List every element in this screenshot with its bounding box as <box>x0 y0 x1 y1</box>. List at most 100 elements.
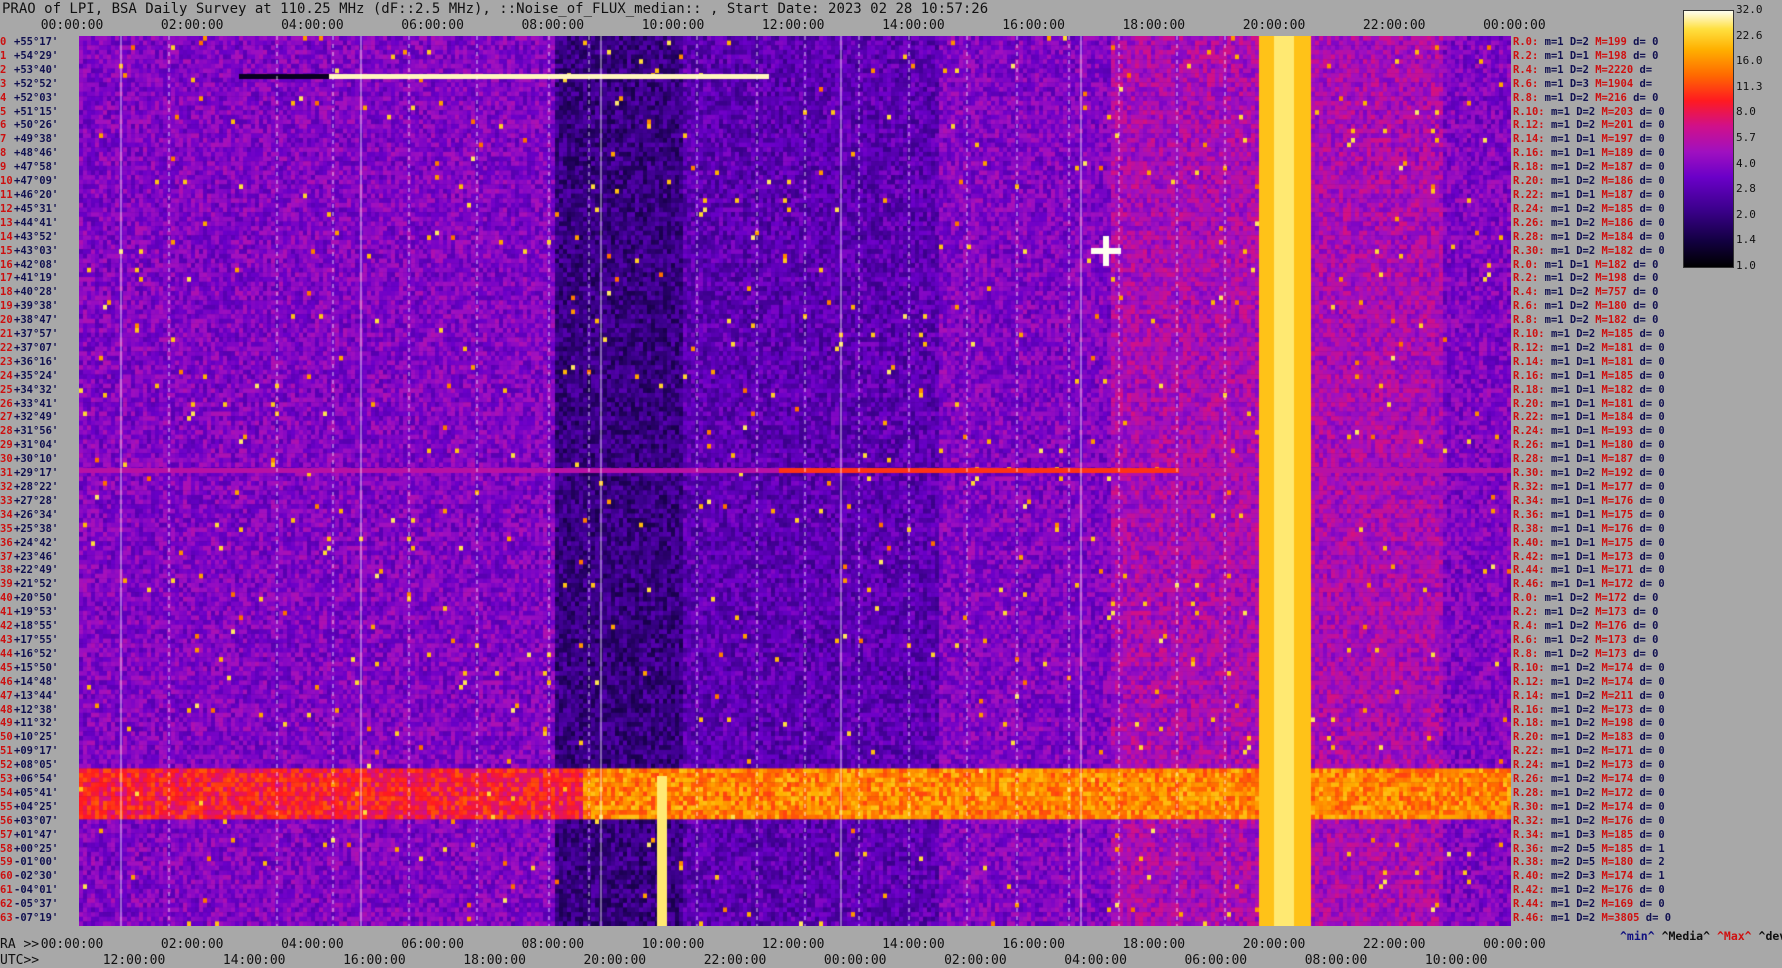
beam-stat-field: d= 0 <box>1639 522 1665 535</box>
beam-stat-field: R.4: <box>1513 286 1539 299</box>
beam-stat-field: M=181 <box>1601 355 1634 368</box>
beam-stat-field: m=1 <box>1550 786 1570 799</box>
beam-stat-field: d= 0 <box>1633 592 1659 605</box>
dec-value: -04°01' <box>14 884 59 897</box>
beam-stat-field: m=1 <box>1550 828 1570 841</box>
beam-stat-row: R.18: m=1 D=2 M=198 d= 0 <box>1513 716 1665 730</box>
dec-index: 24 <box>0 369 13 382</box>
beam-stat-row: R.6: m=1 D=3 M=1904 d= <box>1513 77 1652 91</box>
beam-stat-field: m=1 <box>1550 202 1570 215</box>
beam-stat-row: R.46: m=1 D=2 M=3805 d= 0 <box>1513 911 1671 925</box>
beam-stat-row: R.30: m=1 D=2 M=192 d= 0 <box>1513 466 1665 480</box>
beam-stat-field: R.12: <box>1513 119 1545 132</box>
beam-stat-field: m=1 <box>1550 439 1570 452</box>
beam-stat-field: R.10: <box>1513 328 1545 341</box>
dec-index: 0 <box>0 36 7 48</box>
dec-index: 6 <box>0 119 7 132</box>
dec-row: 31+29°17' <box>0 466 58 480</box>
dec-value: +37°07' <box>14 341 59 354</box>
dec-index: 45 <box>0 661 13 674</box>
beam-stat-field: m=1 <box>1544 286 1564 299</box>
beam-stat-field: d= 0 <box>1639 202 1665 215</box>
beam-stat-field: d= 0 <box>1639 884 1665 897</box>
utc-tick-label: 22:00:00 <box>703 953 767 968</box>
beam-stat-field: D=3 <box>1576 870 1596 883</box>
dec-value: +39°38' <box>14 300 59 313</box>
beam-stat-field: R.28: <box>1513 230 1545 243</box>
dec-row: 28+31°56' <box>0 424 58 438</box>
beam-stat-field: M=172 <box>1595 592 1627 605</box>
beam-stat-field: d= 0 <box>1633 314 1659 327</box>
dec-index: 40 <box>0 592 13 605</box>
beam-stat-field: d= 0 <box>1633 606 1659 619</box>
beam-stat-field: M=187 <box>1601 453 1634 466</box>
beam-stat-field: d= 0 <box>1639 383 1665 396</box>
beam-stat-field: M=174 <box>1601 870 1634 883</box>
beam-stat-field: D=2 <box>1576 731 1596 744</box>
beam-stat-field: D=2 <box>1576 244 1596 257</box>
spectrogram-plot[interactable] <box>79 36 1511 926</box>
beam-stat-field: d= 0 <box>1639 341 1665 354</box>
dec-row: 29+31°04' <box>0 438 58 452</box>
beam-stat-field: d= 0 <box>1639 355 1665 368</box>
dec-row: 52+08°05' <box>0 758 58 772</box>
beam-stat-row: R.20: m=1 D=1 M=181 d= 0 <box>1513 397 1665 411</box>
legend-median: ^Media^ <box>1661 929 1711 943</box>
beam-stat-field: d= 2 <box>1639 856 1665 869</box>
dec-value: +03°07' <box>14 814 59 827</box>
dec-index: 48 <box>0 703 13 716</box>
beam-stat-field: R.2: <box>1513 272 1539 285</box>
beam-stat-field: d= 0 <box>1633 36 1659 48</box>
dec-row: 21+37°57' <box>0 327 58 341</box>
dec-index: 41 <box>0 606 13 619</box>
beam-stat-field: d= 0 <box>1639 230 1665 243</box>
dec-value: +14°48' <box>14 675 59 688</box>
legend-min: ^min^ <box>1620 929 1655 943</box>
dec-row: 63-07°19' <box>0 911 58 925</box>
beam-stat-field: R.10: <box>1513 661 1545 674</box>
dec-value: +49°38' <box>14 133 59 146</box>
beam-stat-field: M=172 <box>1601 578 1634 591</box>
beam-stat-field: M=199 <box>1595 36 1627 48</box>
beam-stat-field: R.30: <box>1513 244 1545 257</box>
beam-stat-field: R.16: <box>1513 147 1545 160</box>
beam-stat-row: R.26: m=1 D=1 M=180 d= 0 <box>1513 438 1665 452</box>
beam-stat-field: d= 0 <box>1639 369 1665 382</box>
beam-stat-field: D=1 <box>1576 188 1596 201</box>
beam-stat-field: d= 0 <box>1633 300 1659 313</box>
beam-stat-field: D=2 <box>1576 745 1596 758</box>
dec-value: +04°25' <box>14 800 59 813</box>
dec-value: +25°38' <box>14 522 59 535</box>
beam-stat-row: R.36: m=1 D=1 M=175 d= 0 <box>1513 508 1665 522</box>
dec-row: 62-05°37' <box>0 897 58 911</box>
dec-value: +01°47' <box>14 828 59 841</box>
declination-axis: 0 +55°17' 1 +54°29' 2 +53°40' 3 +52°52' 4 +52°03'… <box>0 36 79 926</box>
beam-stat-field: M=192 <box>1601 467 1634 480</box>
beam-stat-field: m=1 <box>1550 800 1570 813</box>
beam-stat-field: D=2 <box>1576 759 1596 772</box>
beam-stat-field: m=1 <box>1550 536 1570 549</box>
beam-stat-field: d= 0 <box>1639 675 1665 688</box>
dec-value: +52°52' <box>14 77 59 90</box>
ra-tick-label: 20:00:00 <box>1242 937 1306 952</box>
beam-stat-field: D=2 <box>1576 467 1596 480</box>
dec-row: 7 +49°38' <box>0 132 58 146</box>
dec-index: 39 <box>0 578 13 591</box>
beam-stat-field: d= 0 <box>1639 745 1665 758</box>
beam-stat-row: R.46: m=1 D=1 M=172 d= 0 <box>1513 577 1665 591</box>
colorbar-tick-label: 11.3 <box>1736 79 1763 93</box>
beam-stat-field: M=172 <box>1601 786 1634 799</box>
beam-stat-field: D=1 <box>1576 564 1596 577</box>
beam-stat-field: R.32: <box>1513 814 1545 827</box>
dec-index: 27 <box>0 411 13 424</box>
utc-tick-label: 14:00:00 <box>222 953 286 968</box>
dec-index: 25 <box>0 383 13 396</box>
beam-stat-field: M=185 <box>1601 828 1634 841</box>
beam-stat-row: R.34: m=1 D=1 M=176 d= 0 <box>1513 494 1665 508</box>
beam-stat-field: m=1 <box>1544 314 1564 327</box>
dec-row: 56+03°07' <box>0 814 58 828</box>
beam-stat-field: M=173 <box>1601 550 1634 563</box>
dec-index: 14 <box>0 230 13 243</box>
dec-row: 47+13°44' <box>0 689 58 703</box>
beam-stat-field: D=2 <box>1569 91 1589 104</box>
